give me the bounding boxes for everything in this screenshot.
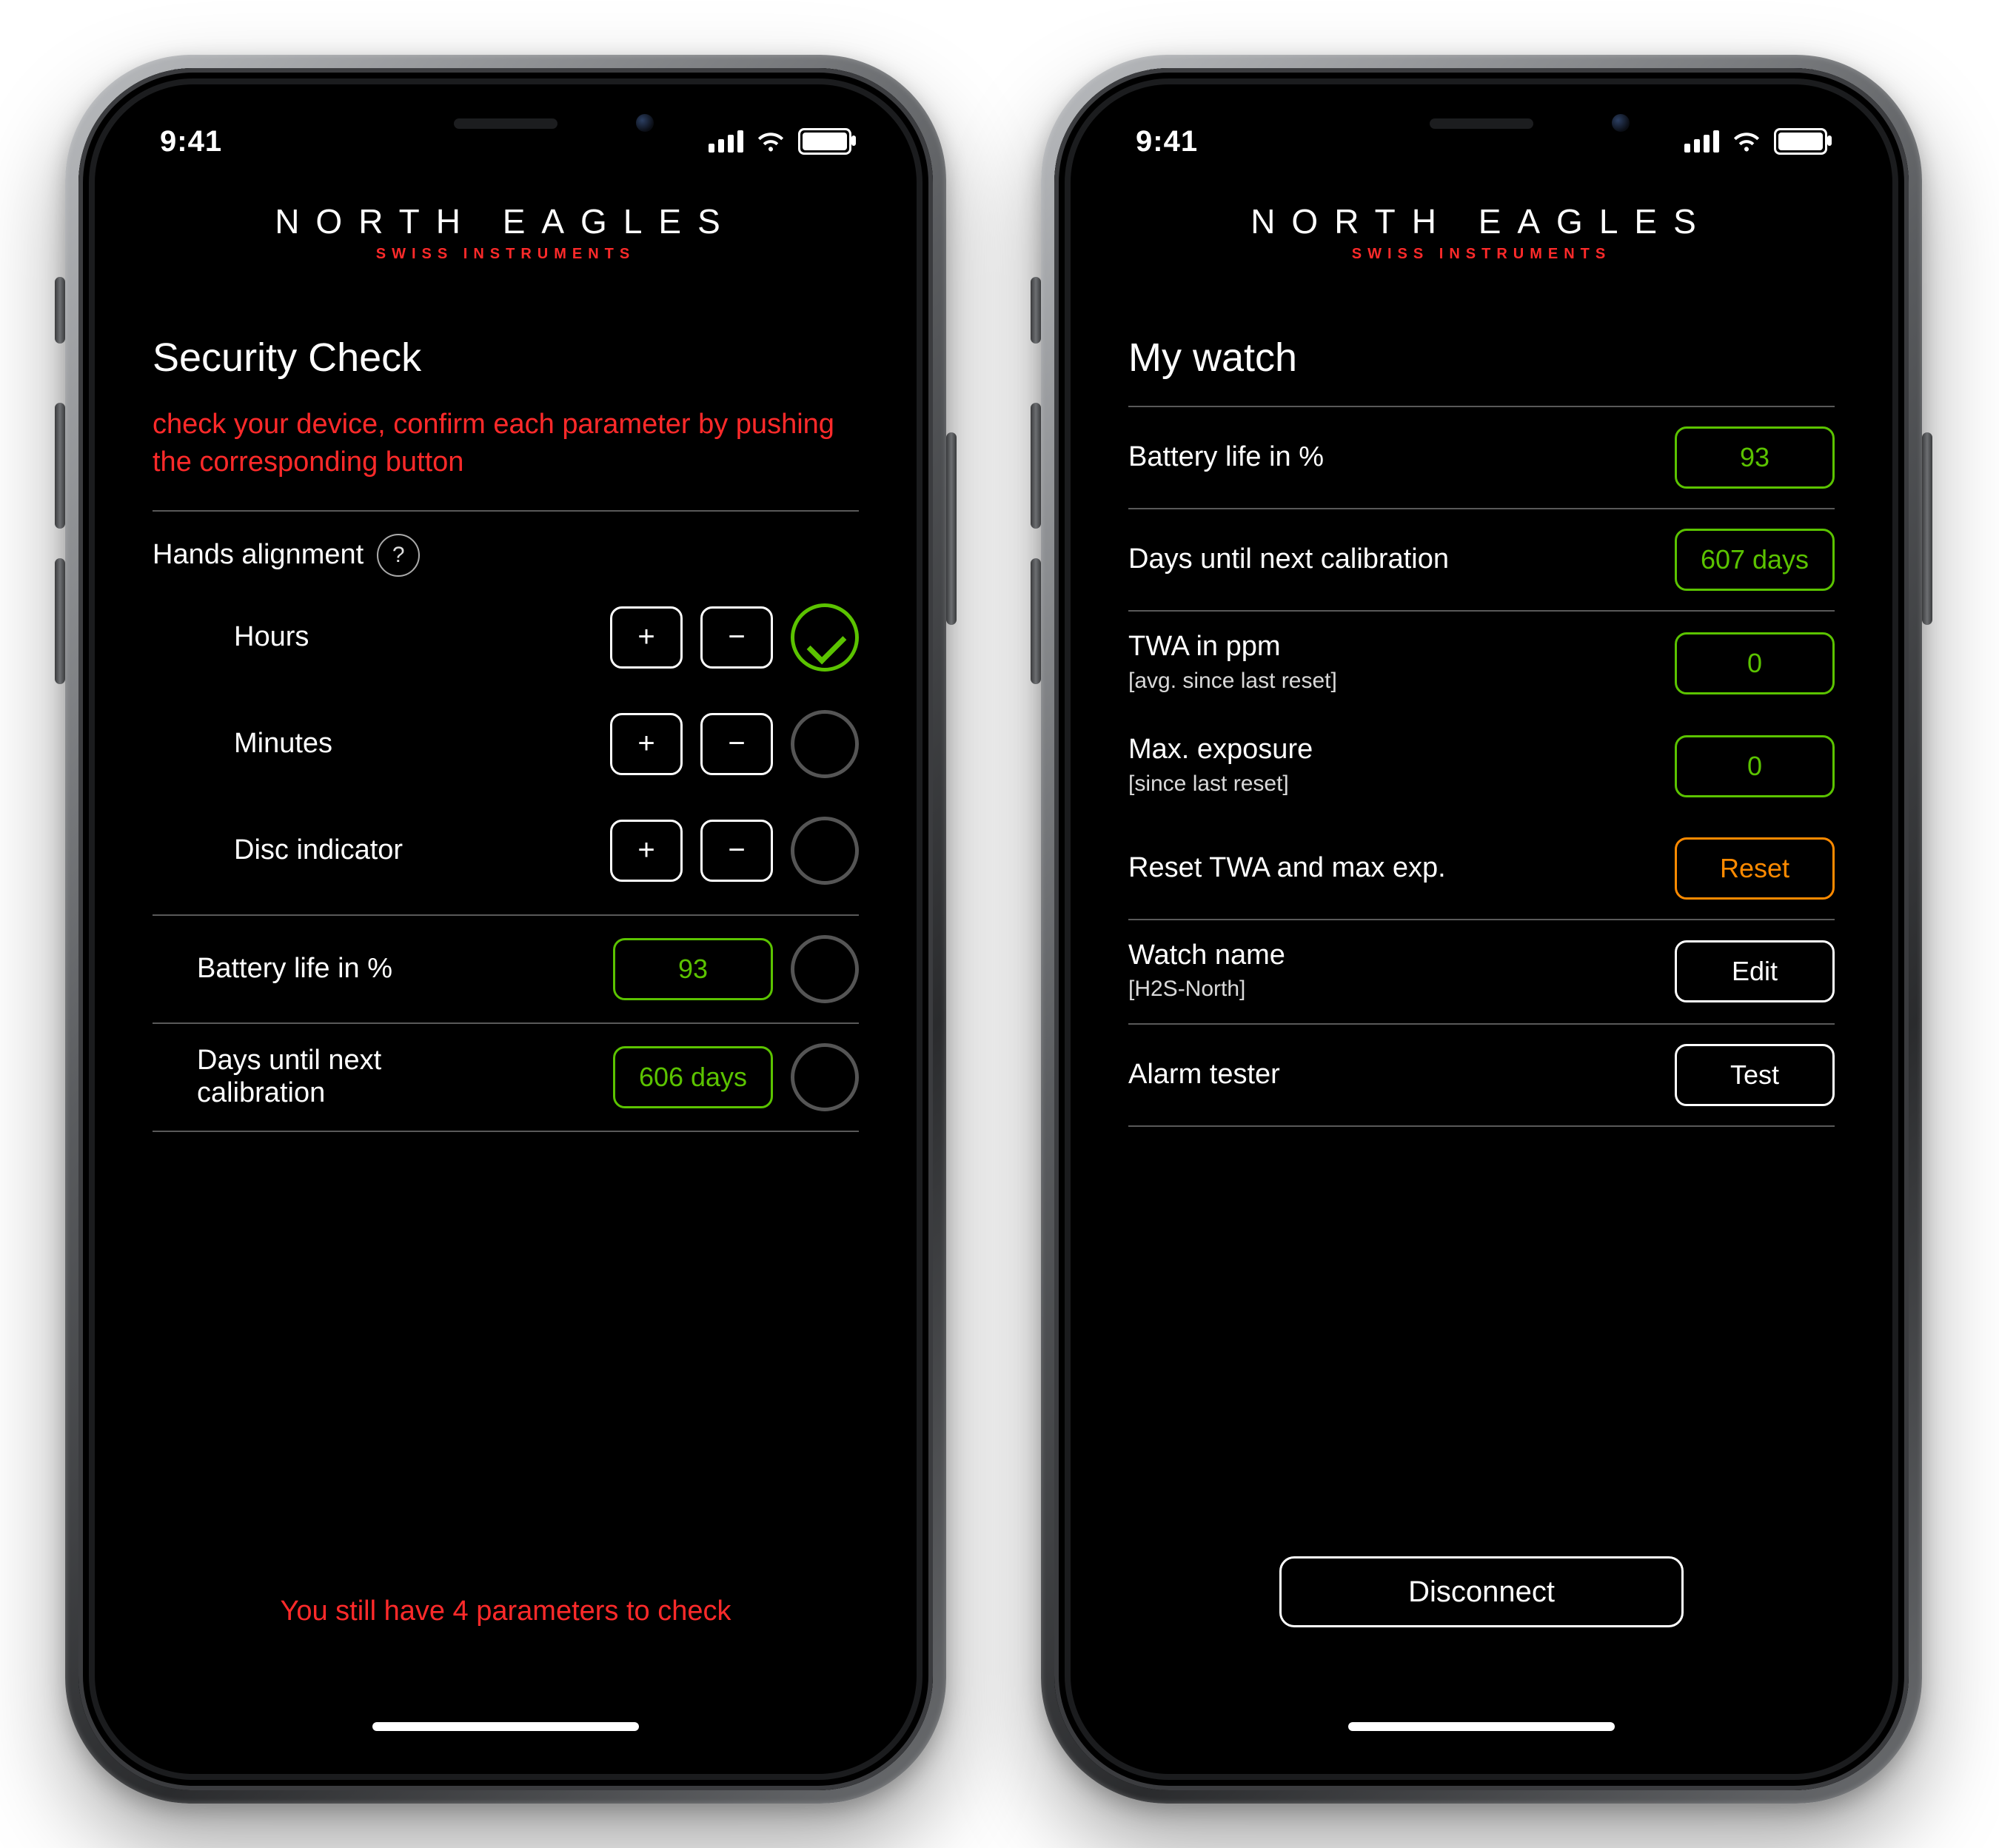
brand-tagline: SWISS INSTRUMENTS [108, 246, 903, 263]
battery-life-value: 93 [1675, 426, 1835, 489]
minutes-minus-button[interactable]: − [700, 713, 773, 775]
calibration-value: 606 days [613, 1046, 773, 1108]
side-button [55, 403, 65, 529]
side-button [1922, 432, 1932, 625]
calibration-label: Days until next calibration [1128, 543, 1675, 576]
calibration-confirm-button[interactable] [791, 1043, 859, 1111]
status-time: 9:41 [160, 125, 222, 158]
battery-life-label: Battery life in % [197, 953, 613, 985]
notch [1282, 98, 1681, 151]
brand-name: NORTH EAGLES [1084, 201, 1879, 241]
battery-life-label: Battery life in % [1128, 441, 1675, 474]
hours-minus-button[interactable]: − [700, 606, 773, 669]
calibration-value: 607 days [1675, 529, 1835, 591]
brand-header: NORTH EAGLES SWISS INSTRUMENTS [1084, 201, 1879, 263]
cellular-icon [1684, 130, 1719, 153]
hands-alignment-label: Hands alignment [153, 539, 364, 572]
test-button[interactable]: Test [1675, 1044, 1835, 1106]
cellular-icon [709, 130, 743, 153]
side-button [55, 558, 65, 684]
status-time: 9:41 [1136, 125, 1198, 158]
edit-button[interactable]: Edit [1675, 940, 1835, 1002]
side-button [55, 277, 65, 344]
hours-confirm-button[interactable] [791, 603, 859, 672]
help-icon[interactable]: ? [377, 534, 420, 577]
disc-minus-button[interactable]: − [700, 820, 773, 882]
minutes-label: Minutes [234, 728, 610, 760]
max-exposure-label: Max. exposure [since last reset] [1128, 734, 1675, 798]
wifi-icon [1732, 127, 1761, 155]
brand-name: NORTH EAGLES [108, 201, 903, 241]
reset-label: Reset TWA and max exp. [1128, 852, 1675, 885]
notch [306, 98, 706, 151]
battery-life-value: 93 [613, 938, 773, 1000]
twa-label: TWA in ppm [avg. since last reset] [1128, 631, 1675, 695]
minutes-confirm-button[interactable] [791, 710, 859, 778]
brand-tagline: SWISS INSTRUMENTS [1084, 246, 1879, 263]
disc-indicator-label: Disc indicator [234, 834, 610, 867]
side-button [1031, 403, 1041, 529]
phone-frame-left: 9:41 NORTH EAGLES SWISS INSTRUMENTS Secu… [65, 55, 946, 1804]
disconnect-button[interactable]: Disconnect [1279, 1556, 1684, 1627]
hours-plus-button[interactable]: + [610, 606, 683, 669]
side-button [946, 432, 957, 625]
battery-icon [1774, 128, 1827, 155]
max-exposure-value: 0 [1675, 735, 1835, 797]
watch-name-label: Watch name [H2S-North] [1128, 940, 1675, 1004]
alarm-tester-label: Alarm tester [1128, 1059, 1675, 1091]
brand-header: NORTH EAGLES SWISS INSTRUMENTS [108, 201, 903, 263]
hours-label: Hours [234, 621, 610, 654]
footer-warning: You still have 4 parameters to check [153, 1596, 859, 1627]
battery-confirm-button[interactable] [791, 935, 859, 1003]
home-indicator[interactable] [1348, 1722, 1615, 1731]
side-button [1031, 558, 1041, 684]
wifi-icon [757, 127, 785, 155]
reset-button[interactable]: Reset [1675, 837, 1835, 900]
minutes-plus-button[interactable]: + [610, 713, 683, 775]
battery-icon [798, 128, 851, 155]
side-button [1031, 277, 1041, 344]
disc-plus-button[interactable]: + [610, 820, 683, 882]
page-title: My watch [1128, 335, 1835, 381]
phone-frame-right: 9:41 NORTH EAGLES SWISS INSTRUMENTS My w… [1041, 55, 1922, 1804]
disc-confirm-button[interactable] [791, 817, 859, 885]
twa-value: 0 [1675, 632, 1835, 694]
page-title: Security Check [153, 335, 859, 381]
calibration-label: Days until next calibration [197, 1045, 478, 1109]
instruction-text: check your device, confirm each paramete… [153, 406, 859, 482]
home-indicator[interactable] [372, 1722, 639, 1731]
